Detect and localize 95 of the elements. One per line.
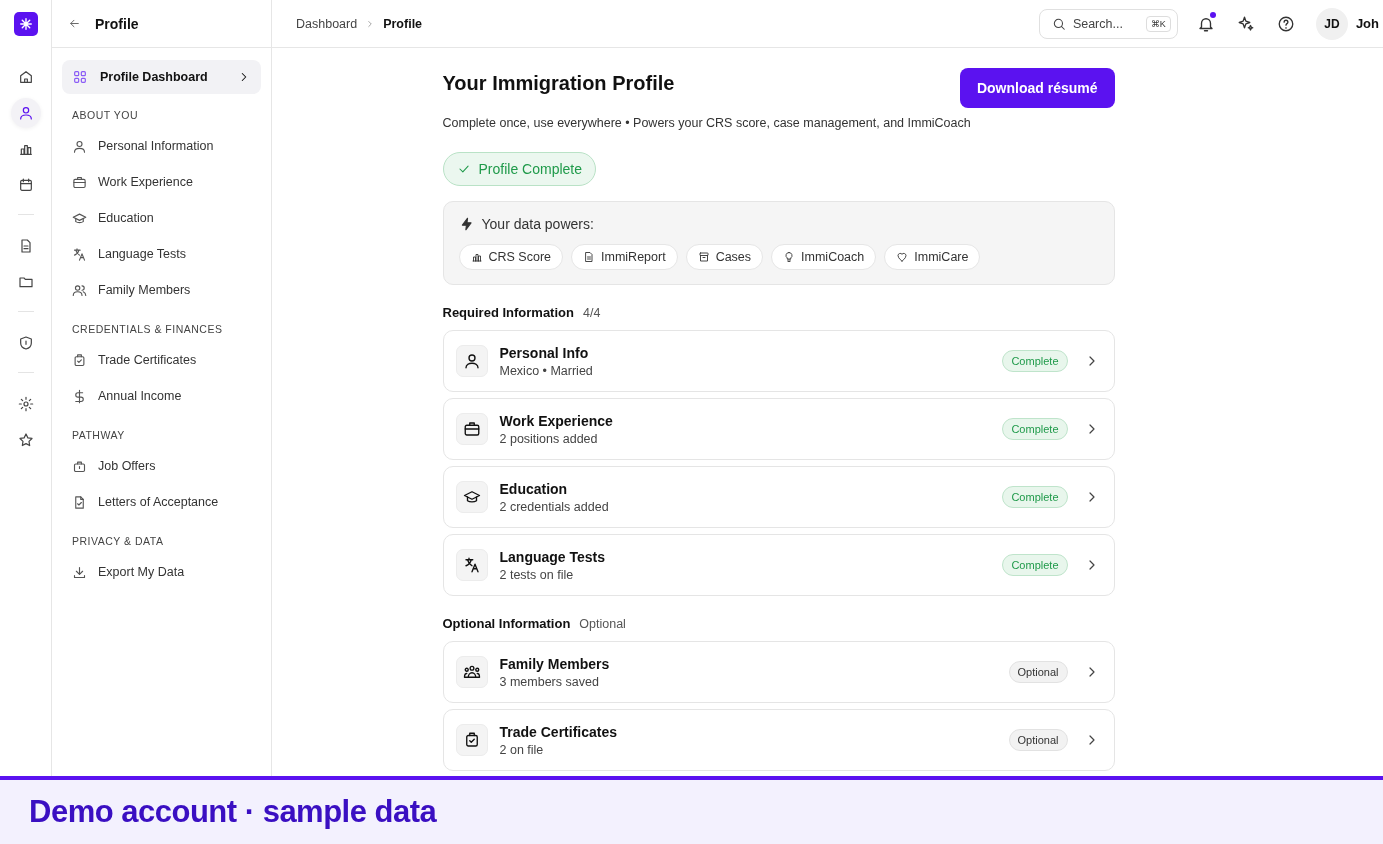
page-subtitle: Complete once, use everywhere • Powers your CRS score, case management, and ImmiCoach	[442, 116, 972, 130]
section-count: Optional	[579, 617, 626, 631]
breadcrumb-current: Profile	[383, 16, 423, 31]
download-icon	[72, 564, 87, 580]
document-check-icon	[72, 494, 87, 510]
section-title: Optional Information	[442, 616, 571, 631]
feature-chip[interactable]: ImmiCare	[884, 244, 981, 270]
briefcase-icon	[462, 420, 481, 438]
shield-icon	[17, 335, 34, 351]
section-heading: ABOUT YOU	[71, 108, 139, 123]
sidebar-item[interactable]: Annual Income	[62, 378, 261, 414]
sidebar-item[interactable]: Job Offers	[62, 448, 261, 484]
section-heading: CREDENTIALS & FINANCES	[71, 322, 224, 337]
card-title: Personal Info	[499, 344, 590, 361]
bar-chart-icon	[470, 251, 483, 263]
sidebar-title: Profile	[95, 15, 139, 32]
folder-icon	[17, 274, 34, 290]
status-badge: Complete	[1002, 554, 1068, 576]
section-heading: PRIVACY & DATA	[71, 534, 165, 549]
sidebar-item[interactable]: Education	[62, 200, 261, 236]
person-icon	[17, 105, 34, 121]
sidebar-item[interactable]: Work Experience	[62, 164, 261, 200]
status-badge: Profile Complete	[442, 152, 596, 186]
sidebar-item[interactable]: Personal Information	[62, 128, 261, 164]
app-logo[interactable]	[13, 12, 38, 36]
profile-card[interactable]: Family Members 3 members saved Optional	[442, 641, 1115, 703]
lightbulb-icon	[783, 251, 796, 263]
briefcase-icon	[72, 458, 87, 474]
lightning-icon	[459, 217, 474, 231]
profile-card[interactable]: Work Experience 2 positions added Complete	[442, 398, 1115, 460]
sidebar-item[interactable]: Letters of Acceptance	[62, 484, 261, 520]
card-subtitle: 2 positions added	[499, 431, 599, 446]
section-count: 4/4	[582, 306, 601, 320]
help-icon	[1276, 14, 1295, 33]
status-badge: Complete	[1002, 486, 1068, 508]
sidebar-item[interactable]: Language Tests	[62, 236, 261, 272]
people-icon	[462, 663, 481, 681]
back-button[interactable]	[68, 17, 81, 30]
profile-card[interactable]: Trade Certificates 2 on file Optional	[442, 709, 1115, 771]
shortcut-hint: ⌘K	[1145, 15, 1171, 32]
star-icon	[17, 432, 34, 448]
user-name: Joh	[1355, 16, 1379, 31]
card-title: Work Experience	[499, 412, 614, 429]
person-nav-button[interactable]	[10, 98, 41, 128]
back-arrow-icon	[68, 17, 81, 30]
sparkle-icon	[1236, 14, 1255, 33]
person-icon	[72, 138, 87, 154]
person-icon	[462, 352, 481, 370]
card-title: Trade Certificates	[499, 723, 618, 740]
sidebar-item[interactable]: Trade Certificates	[62, 342, 261, 378]
breadcrumb-link[interactable]: Dashboard	[296, 16, 358, 31]
sidebar-item[interactable]: Profile Dashboard	[62, 60, 261, 94]
status-badge: Complete	[1002, 418, 1068, 440]
profile-card[interactable]: Language Tests 2 tests on file Complete	[442, 534, 1115, 596]
sidebar-item[interactable]: Family Members	[62, 272, 261, 308]
sidebar-item[interactable]: Export My Data	[62, 554, 261, 590]
card-title: Education	[499, 480, 569, 497]
graduation-cap-icon	[72, 210, 87, 226]
card-subtitle: 2 credentials added	[499, 499, 610, 514]
card-subtitle: 3 members saved	[499, 674, 600, 689]
feature-chip[interactable]: ImmiReport	[571, 244, 678, 270]
home-icon	[17, 69, 34, 85]
feature-chip[interactable]: CRS Score	[458, 244, 564, 270]
status-badge: Optional	[1008, 729, 1068, 751]
card-subtitle: 2 tests on file	[499, 567, 575, 582]
card-title: Family Members	[499, 655, 611, 672]
user-avatar[interactable]: JD	[1315, 7, 1348, 40]
archive-icon	[697, 251, 710, 263]
download-button[interactable]: Download résumé	[959, 68, 1115, 108]
card-subtitle: 2 on file	[499, 742, 545, 757]
powers-label: Your data powers:	[481, 216, 594, 232]
card-title: Language Tests	[499, 548, 607, 565]
document-icon	[583, 251, 596, 263]
profile-card[interactable]: Education 2 credentials added Complete	[442, 466, 1115, 528]
search-icon	[1051, 16, 1066, 31]
people-icon	[72, 282, 87, 298]
translate-icon	[462, 556, 481, 574]
status-badge: Complete	[1002, 350, 1068, 372]
feature-chip[interactable]: ImmiCoach	[771, 244, 877, 270]
dollar-icon	[72, 388, 87, 404]
status-badge: Optional	[1008, 661, 1068, 683]
translate-icon	[72, 246, 87, 262]
grid-icon	[72, 69, 88, 85]
search-field[interactable]: Search... ⌘K	[1038, 8, 1178, 39]
banner-text: Demo account · sample data	[29, 794, 437, 830]
feature-chip[interactable]: Cases	[685, 244, 764, 270]
card-subtitle: Mexico • Married	[499, 363, 594, 378]
calendar-icon	[17, 177, 34, 193]
section-title: Required Information	[442, 305, 574, 320]
profile-card[interactable]: Personal Info Mexico • Married Complete	[442, 330, 1115, 392]
page-title: Your Immigration Profile	[442, 72, 675, 95]
briefcase-icon	[72, 174, 87, 190]
clipboard-check-icon	[72, 352, 87, 368]
heart-icon	[896, 251, 909, 263]
section-heading: PATHWAY	[71, 428, 126, 443]
